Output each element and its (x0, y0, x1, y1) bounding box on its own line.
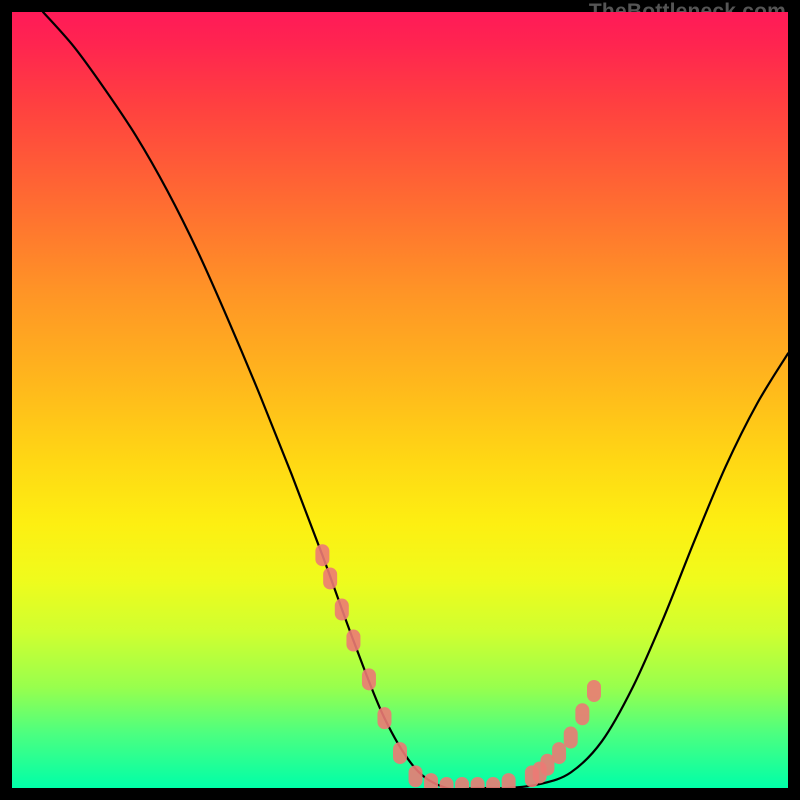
curve-layer (12, 12, 788, 788)
marker-dot (552, 742, 566, 764)
marker-dot (393, 742, 407, 764)
marker-dot (362, 668, 376, 690)
marker-dot (471, 777, 485, 788)
marker-dot (409, 765, 423, 787)
bottleneck-curve-path (43, 12, 788, 788)
marker-dot (315, 544, 329, 566)
marker-dot (455, 777, 469, 788)
marker-dot (587, 680, 601, 702)
marker-dot (346, 630, 360, 652)
marker-dot (377, 707, 391, 729)
marker-dot (335, 599, 349, 621)
plot-area (12, 12, 788, 788)
marker-dot (575, 703, 589, 725)
marker-dot (440, 777, 454, 788)
marker-dot (564, 727, 578, 749)
marker-dot (323, 567, 337, 589)
marker-dot (486, 777, 500, 788)
marker-group (315, 544, 601, 788)
marker-dot (424, 773, 438, 788)
marker-dot (502, 773, 516, 788)
chart-container: TheBottleneck.com (0, 0, 800, 800)
